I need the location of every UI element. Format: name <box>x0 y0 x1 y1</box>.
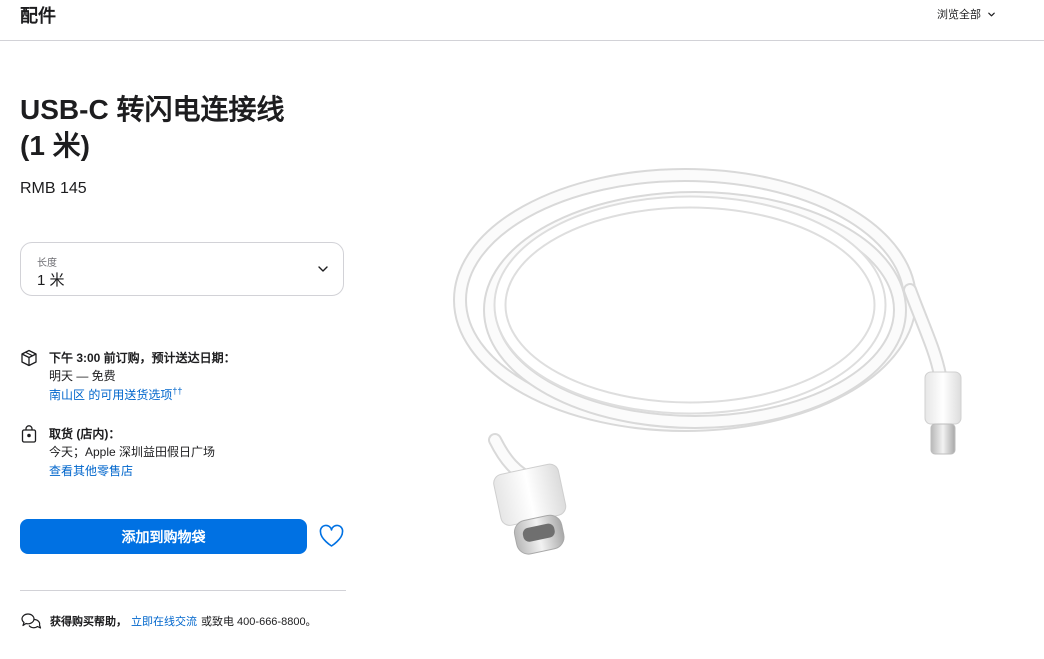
help-label: 获得购买帮助， <box>50 616 127 628</box>
chat-online-link[interactable]: 立即在线交流 <box>131 613 197 629</box>
product-price: RMB 145 <box>20 180 87 197</box>
product-title: USB-C 转闪电连接线 (1 米) <box>20 92 340 164</box>
length-select-label: 长度 <box>37 258 57 269</box>
chevron-down-icon <box>988 12 995 16</box>
pickup-store: 今天；Apple 深圳益田假日广场 <box>49 445 216 459</box>
heart-icon[interactable] <box>318 524 345 549</box>
add-to-bag-button[interactable]: 添加到购物袋 <box>20 519 307 554</box>
section-title: 配件 <box>20 6 56 26</box>
chevron-down-icon <box>318 266 328 272</box>
delivery-footnote-mark: †† <box>172 386 183 396</box>
box-icon <box>21 349 37 367</box>
length-select-value: 1 米 <box>37 272 65 289</box>
help-phone: 或致电 400-666-8800。 <box>201 616 317 628</box>
top-nav-bar: 配件 浏览全部 <box>0 0 1044 41</box>
chat-bubbles-icon <box>21 613 42 629</box>
browse-all-label: 浏览全部 <box>937 9 981 21</box>
product-title-line2: (1 米) <box>20 130 91 161</box>
shopping-bag-icon <box>21 425 37 443</box>
delivery-date: 明天 — 免费 <box>49 369 116 383</box>
delivery-options-link[interactable]: 南山区 的可用送货选项†† <box>49 386 369 405</box>
product-image <box>453 168 962 555</box>
other-stores-link[interactable]: 查看其他零售店 <box>49 462 369 481</box>
delivery-heading: 下午 3:00 前订购，预计送达日期： <box>49 351 236 365</box>
pickup-heading: 取货 (店内)： <box>49 427 121 441</box>
purchase-help: 获得购买帮助， 立即在线交流 或致电 400-666-8800。 <box>20 612 317 630</box>
browse-all-link[interactable]: 浏览全部 <box>937 6 996 22</box>
product-title-line1: USB-C 转闪电连接线 <box>20 94 285 125</box>
length-select[interactable]: 长度 1 米 <box>20 242 344 296</box>
divider <box>20 590 346 591</box>
delivery-options-label: 南山区 的可用送货选项 <box>49 388 173 402</box>
